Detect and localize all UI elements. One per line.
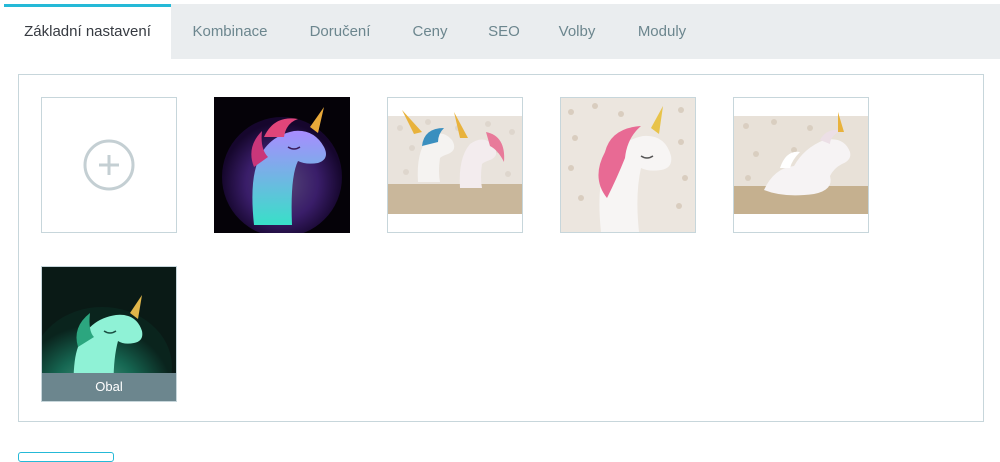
- tab-combinations[interactable]: Kombinace: [171, 4, 289, 59]
- product-image-thumbnail[interactable]: [214, 97, 350, 233]
- tab-prices[interactable]: Ceny: [391, 4, 469, 59]
- cover-image-thumbnail[interactable]: Obal: [41, 266, 177, 402]
- tab-options[interactable]: Volby: [539, 4, 615, 59]
- product-image: [214, 97, 350, 233]
- tab-basic-settings[interactable]: Základní nastavení: [4, 4, 171, 59]
- product-tabs: Základní nastavení Kombinace Doručení Ce…: [4, 4, 1000, 59]
- tab-seo[interactable]: SEO: [469, 4, 539, 59]
- product-image-thumbnail[interactable]: [387, 97, 523, 233]
- tab-shipping[interactable]: Doručení: [289, 4, 391, 59]
- bottom-action-button[interactable]: [18, 452, 114, 462]
- tab-modules[interactable]: Moduly: [615, 4, 709, 59]
- product-images-panel: Obal: [18, 74, 984, 422]
- product-image: [734, 98, 868, 232]
- product-image: [388, 98, 522, 232]
- product-image-thumbnail[interactable]: [560, 97, 696, 233]
- plus-circle-icon: [83, 139, 135, 191]
- product-image: [561, 98, 695, 232]
- product-image-thumbnail[interactable]: [733, 97, 869, 233]
- add-image-button[interactable]: [41, 97, 177, 233]
- cover-label: Obal: [42, 373, 176, 401]
